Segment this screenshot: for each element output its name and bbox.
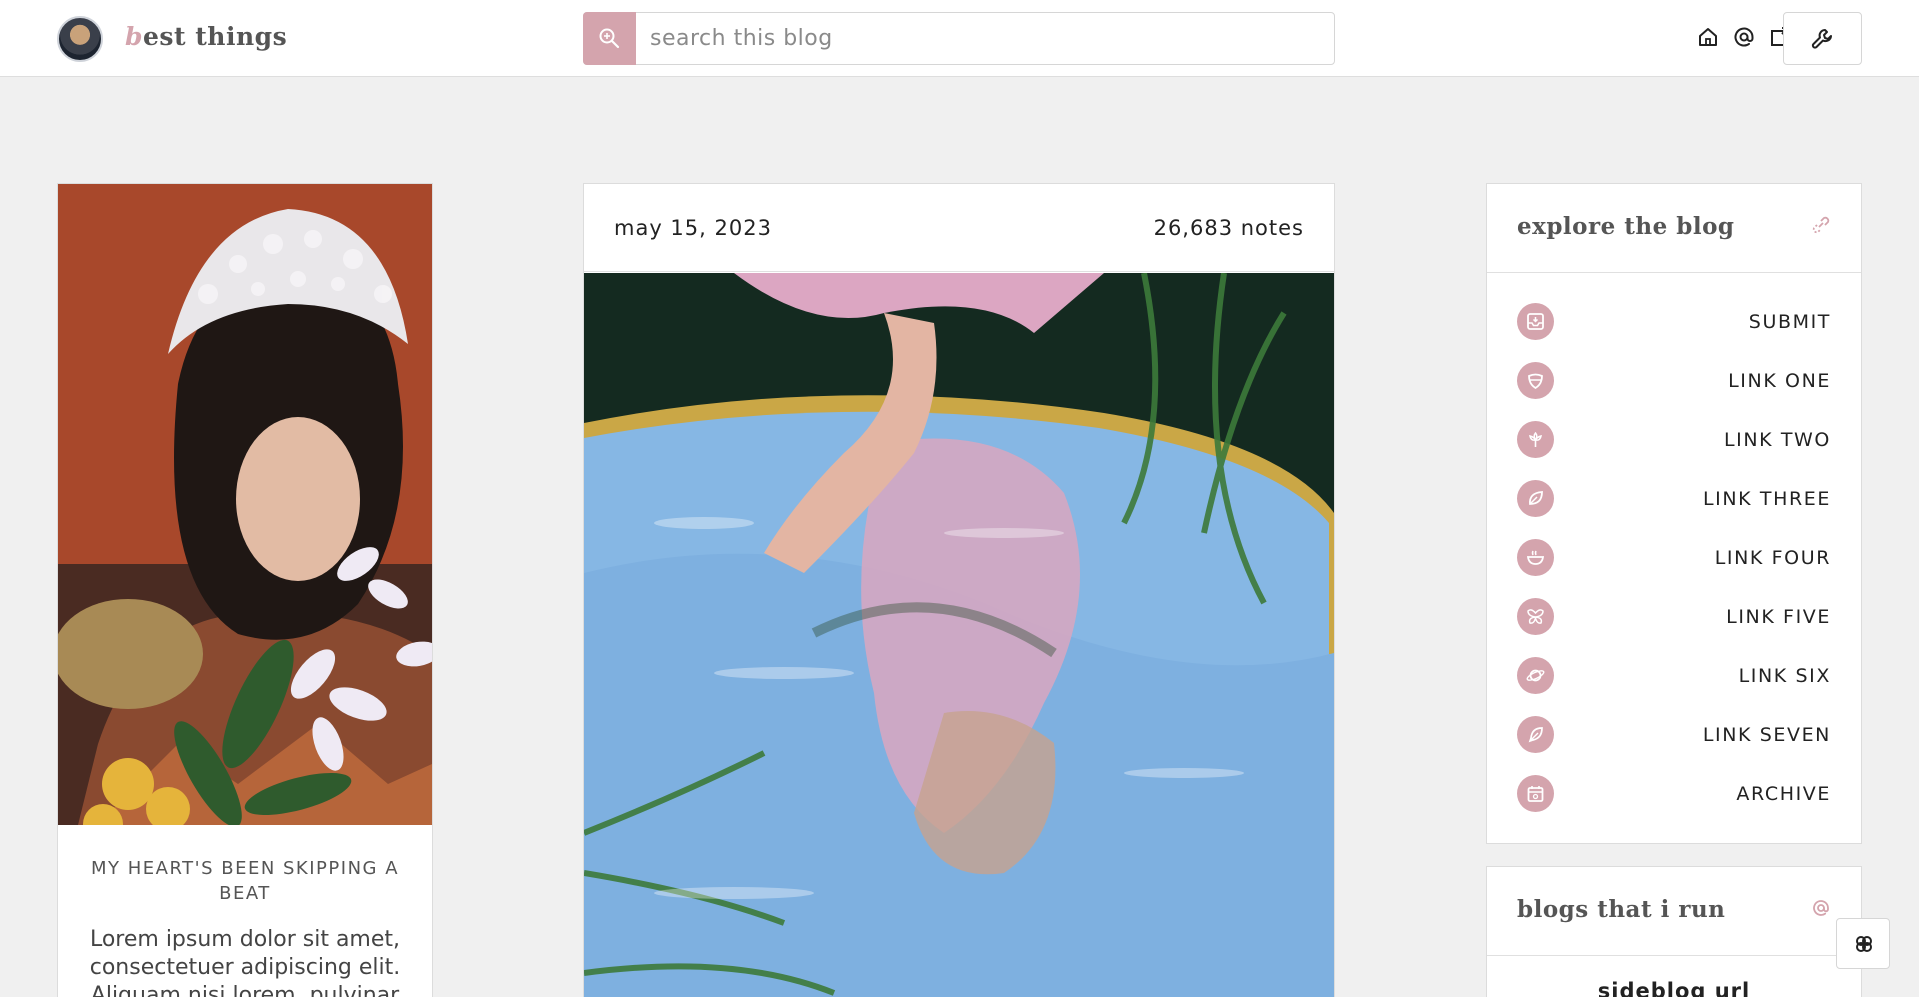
top-bar: best things — [0, 0, 1919, 77]
featured-caption: MY HEART'S BEEN SKIPPING A BEAT — [90, 858, 400, 904]
search-input[interactable] — [650, 13, 1320, 64]
home-icon[interactable] — [1697, 25, 1719, 49]
blogs-widget: blogs that i run sideblog url — [1486, 866, 1862, 997]
sidebar-link-label: ARCHIVE — [1736, 783, 1831, 805]
sidebar-link-archive[interactable]: ARCHIVE — [1517, 775, 1831, 834]
post-notes[interactable]: 26,683 notes — [1154, 216, 1304, 240]
at-circle-icon — [1813, 900, 1829, 916]
explore-links: SUBMIT LINK ONE LINK TWO LINK THREE LINK… — [1517, 303, 1831, 834]
search-icon — [599, 28, 620, 49]
sidebar-link-label: LINK THREE — [1702, 488, 1831, 510]
customize-button[interactable] — [1783, 12, 1862, 65]
sidebar-link-label: SUBMIT — [1748, 311, 1831, 333]
sidebar-link-seven[interactable]: LINK SEVEN — [1517, 716, 1831, 775]
sidebar-link-label: LINK FOUR — [1714, 547, 1831, 569]
theme-options-button[interactable] — [1836, 918, 1890, 969]
inbox-icon — [1517, 303, 1554, 340]
sidebar-link-one[interactable]: LINK ONE — [1517, 362, 1831, 421]
featured-body-text: Lorem ipsum dolor sit amet, consectetuer… — [89, 927, 401, 997]
sidebar-link-six[interactable]: LINK SIX — [1517, 657, 1831, 716]
leaf-icon — [1517, 480, 1554, 517]
butterfly-icon — [1517, 598, 1554, 635]
search-button[interactable] — [583, 12, 636, 65]
post-photo[interactable] — [584, 273, 1334, 997]
sidebar-link-label: LINK ONE — [1728, 370, 1831, 392]
post: may 15, 2023 26,683 notes — [583, 183, 1335, 997]
search-bar — [583, 12, 1335, 65]
sidebar-link-five[interactable]: LINK FIVE — [1517, 598, 1831, 657]
featured-photo[interactable] — [58, 184, 432, 825]
clover-icon — [1856, 936, 1872, 952]
blogs-header: blogs that i run — [1487, 867, 1861, 956]
sidebar-link-label: LINK SEVEN — [1702, 724, 1831, 746]
nav-icons — [1697, 25, 1791, 49]
blog-title-initial: b — [125, 22, 143, 51]
blogs-title: blogs that i run — [1517, 896, 1726, 923]
blog-title[interactable]: best things — [125, 22, 287, 51]
planet-icon — [1517, 657, 1554, 694]
explore-title: explore the blog — [1517, 213, 1735, 240]
explore-header: explore the blog — [1487, 184, 1861, 273]
link-chain-icon — [1812, 216, 1830, 234]
shield-icon — [1517, 362, 1554, 399]
wrench-icon — [1811, 29, 1832, 49]
pond-reflection-illustration — [584, 273, 1334, 997]
sidebar-link-three[interactable]: LINK THREE — [1517, 480, 1831, 539]
explore-widget: explore the blog SUBMIT LINK ONE LINK TW… — [1486, 183, 1862, 844]
bowl-icon — [1517, 539, 1554, 576]
sidebar-link-submit[interactable]: SUBMIT — [1517, 303, 1831, 362]
sidebar-link-label: LINK FIVE — [1726, 606, 1831, 628]
post-header: may 15, 2023 26,683 notes — [584, 184, 1334, 272]
sidebar-link-label: LINK SIX — [1738, 665, 1831, 687]
sidebar-link-label: LINK TWO — [1723, 429, 1831, 451]
sideblog-link[interactable]: sideblog url — [1487, 979, 1861, 997]
sidebar-link-four[interactable]: LINK FOUR — [1517, 539, 1831, 598]
feather-icon — [1517, 716, 1554, 753]
avatar[interactable] — [57, 16, 103, 62]
at-icon[interactable] — [1733, 25, 1755, 49]
calendar-icon — [1517, 775, 1554, 812]
sidebar-link-two[interactable]: LINK TWO — [1517, 421, 1831, 480]
flower-icon — [1517, 421, 1554, 458]
post-date[interactable]: may 15, 2023 — [614, 216, 772, 240]
featured-card: MY HEART'S BEEN SKIPPING A BEAT Lorem ip… — [57, 183, 433, 997]
blog-title-rest: est things — [142, 22, 288, 51]
portrait-illustration — [58, 184, 432, 825]
